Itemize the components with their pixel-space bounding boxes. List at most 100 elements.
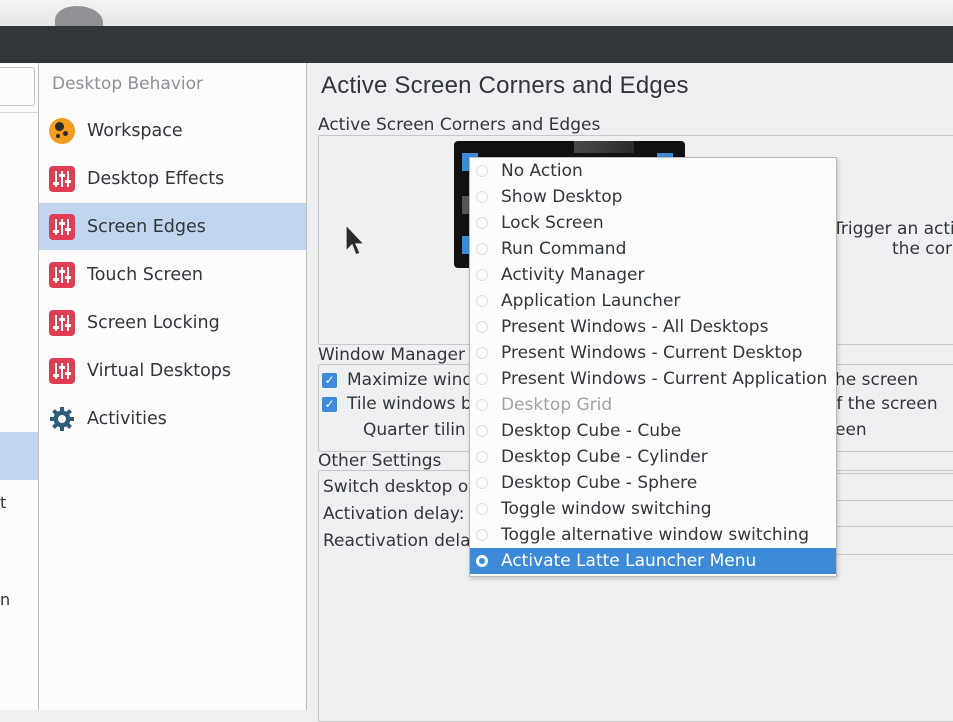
radio-icon [476, 321, 488, 333]
left-panel-item-fragment[interactable]: n [0, 590, 10, 609]
menu-item-label: Desktop Cube - Cube [501, 421, 682, 441]
menu-item-label: Activate Latte Launcher Menu [501, 551, 757, 571]
switch-desktop-label: Switch desktop o [323, 477, 469, 497]
menu-item-present-windows-current-application[interactable]: Present Windows - Current Application [470, 366, 836, 392]
mouse-pointer-icon [344, 223, 366, 262]
menu-item-no-action[interactable]: No Action [470, 158, 836, 184]
radio-icon [476, 399, 488, 411]
menu-item-lock-screen[interactable]: Lock Screen [470, 210, 836, 236]
menu-item-label: Run Command [501, 239, 627, 259]
menu-item-present-windows-all[interactable]: Present Windows - All Desktops [470, 314, 836, 340]
sliders-icon [49, 309, 75, 336]
reactivation-delay-label: Reactivation dela [323, 531, 471, 551]
quarter-tiling-label: Quarter tilin [363, 420, 466, 440]
reactivation-delay-field-bottom [835, 554, 953, 555]
activation-delay-label: Activation delay: [323, 504, 465, 524]
radio-icon [476, 529, 488, 541]
activation-delay-field[interactable] [835, 500, 953, 501]
menu-item-application-launcher[interactable]: Application Launcher [470, 288, 836, 314]
menu-item-run-command[interactable]: Run Command [470, 236, 836, 262]
sidebar-item-touch-screen[interactable]: Touch Screen [39, 251, 306, 298]
sidebar-item-label: Screen Locking [87, 312, 220, 333]
menu-item-label: Desktop Cube - Cylinder [501, 447, 708, 467]
sliders-icon [49, 261, 75, 288]
sidebar-header: Desktop Behavior [52, 74, 203, 94]
radio-icon [476, 269, 488, 281]
tile-checkbox-label: Tile windows b [347, 394, 472, 414]
corners-hint-text-2: the corn [892, 239, 953, 259]
sliders-icon [49, 213, 75, 240]
radio-icon [476, 191, 488, 203]
switch-desktop-field[interactable] [835, 473, 953, 474]
sidebar-item-screen-edges[interactable]: Screen Edges [39, 203, 306, 250]
menu-item-label: Present Windows - Current Desktop [501, 343, 803, 363]
desktop-wallpaper [0, 0, 953, 36]
left-panel-item-fragment[interactable]: t [0, 493, 6, 512]
corners-group-title: Active Screen Corners and Edges [318, 115, 601, 135]
menu-item-present-windows-current-desktop[interactable]: Present Windows - Current Desktop [470, 340, 836, 366]
other-settings-title: Other Settings [318, 451, 442, 471]
menu-item-label: Toggle window switching [501, 499, 712, 519]
sidebar-item-label: Activities [87, 408, 167, 429]
sidebar-item-label: Workspace [87, 120, 183, 141]
sidebar-item-label: Screen Edges [87, 216, 206, 237]
menu-item-label: Show Desktop [501, 187, 623, 207]
divider [0, 112, 38, 113]
window-titlebar[interactable] [0, 26, 953, 63]
sliders-icon [49, 357, 75, 384]
menu-item-label: Lock Screen [501, 213, 604, 233]
menu-item-desktop-sphere[interactable]: Desktop Cube - Sphere [470, 470, 836, 496]
checkmark-icon[interactable]: ✓ [322, 396, 337, 412]
menu-item-desktop-cube[interactable]: Desktop Cube - Cube [470, 418, 836, 444]
maximize-checkbox-label: Maximize wind [347, 370, 474, 390]
checkmark-icon[interactable]: ✓ [322, 372, 337, 388]
menu-item-toggle-window-switching[interactable]: Toggle window switching [470, 496, 836, 522]
radio-icon [476, 217, 488, 229]
menu-item-activate-latte-launcher[interactable]: Activate Latte Launcher Menu [470, 548, 836, 574]
gear-icon [49, 406, 75, 432]
radio-selected-icon [476, 555, 488, 567]
sidebar-item-label: Desktop Effects [87, 168, 225, 189]
quarter-label-tail: een [835, 420, 867, 440]
radio-icon [476, 425, 488, 437]
tile-checkbox-row[interactable]: ✓ Tile windows b [322, 394, 472, 414]
radio-icon [476, 373, 488, 385]
sidebar-item-screen-locking[interactable]: Screen Locking [39, 299, 306, 346]
radio-icon [476, 243, 488, 255]
menu-item-label: No Action [501, 161, 583, 181]
window-management-title: Window Manager [318, 345, 465, 365]
menu-item-show-desktop[interactable]: Show Desktop [470, 184, 836, 210]
sidebar-item-desktop-effects[interactable]: Desktop Effects [39, 155, 306, 202]
maximize-label-tail: he screen [835, 370, 919, 390]
edge-action-dropdown-menu[interactable]: No Action Show Desktop Lock Screen Run C… [469, 157, 837, 577]
sidebar-item-activities[interactable]: Activities [39, 395, 306, 442]
page-title: Active Screen Corners and Edges [321, 72, 689, 99]
menu-item-label: Toggle alternative window switching [501, 525, 809, 545]
workspace-icon [49, 117, 75, 144]
category-sidebar: Desktop Behavior Workspace Desktop Effec… [39, 63, 307, 710]
search-input[interactable] [0, 67, 35, 106]
radio-icon [476, 295, 488, 307]
monitor-reflection [574, 141, 634, 153]
menu-item-desktop-cylinder[interactable]: Desktop Cube - Cylinder [470, 444, 836, 470]
left-panel: t n [0, 63, 39, 710]
tile-label-tail: of the screen [826, 394, 938, 414]
left-panel-selected-item[interactable] [0, 432, 38, 480]
menu-item-label: Present Windows - All Desktops [501, 317, 769, 337]
sidebar-item-label: Virtual Desktops [87, 360, 232, 381]
sidebar-item-workspace[interactable]: Workspace [39, 107, 306, 154]
radio-icon [476, 477, 488, 489]
sliders-icon [49, 165, 75, 192]
radio-icon [476, 451, 488, 463]
menu-item-label: Present Windows - Current Application [501, 369, 828, 389]
menu-item-toggle-alternative-window-switching[interactable]: Toggle alternative window switching [470, 522, 836, 548]
sidebar-item-virtual-desktops[interactable]: Virtual Desktops [39, 347, 306, 394]
reactivation-delay-field[interactable] [835, 526, 953, 527]
maximize-checkbox-row[interactable]: ✓ Maximize wind [322, 370, 473, 390]
sidebar-item-label: Touch Screen [87, 264, 203, 285]
corners-hint-text: Trigger an acti [833, 219, 953, 239]
menu-item-desktop-grid: Desktop Grid [470, 392, 836, 418]
menu-item-activity-manager[interactable]: Activity Manager [470, 262, 836, 288]
radio-icon [476, 347, 488, 359]
radio-icon [476, 165, 488, 177]
